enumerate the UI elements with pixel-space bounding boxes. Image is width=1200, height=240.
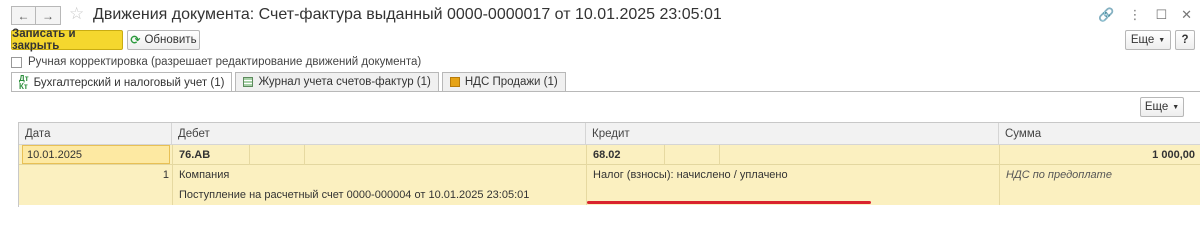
credit-subconto-cell[interactable]: Налог (взносы): начислено / уплачено <box>593 165 788 185</box>
table-row[interactable]: 1 Компания Налог (взносы): начислено / у… <box>19 165 1200 185</box>
column-header-date[interactable]: Дата <box>19 123 172 145</box>
column-header-amount[interactable]: Сумма <box>999 123 1200 145</box>
more-vertical-icon[interactable]: ⋮ <box>1128 7 1141 23</box>
debit-credit-icon: Дт Кт <box>19 73 29 91</box>
debit-account-cell[interactable]: 76.АВ <box>179 145 210 165</box>
column-divider <box>249 145 250 165</box>
column-divider <box>999 165 1000 185</box>
column-divider <box>719 145 720 165</box>
column-divider <box>999 185 1000 205</box>
date-cell[interactable]: 10.01.2025 <box>22 145 170 164</box>
table-more-button[interactable]: Еще ▼ <box>1140 97 1184 117</box>
column-divider <box>172 145 173 165</box>
column-divider <box>172 165 173 185</box>
maximize-icon[interactable]: ☐ <box>1155 7 1167 23</box>
window-controls: 🔗 ⋮ ☐ ✕ <box>1098 7 1192 23</box>
refresh-icon: ⟳ <box>130 33 141 47</box>
table-header: Дата Дебет Кредит Сумма <box>19 123 1200 145</box>
debit-subconto2-cell[interactable]: Поступление на расчетный счет 0000-00000… <box>179 185 529 205</box>
column-header-credit[interactable]: Кредит <box>586 123 999 145</box>
tab-label: НДС Продажи (1) <box>464 76 558 88</box>
nav-buttons: ← → <box>11 6 61 25</box>
column-divider <box>304 145 305 165</box>
content-cell[interactable]: НДС по предоплате <box>1006 165 1112 185</box>
tab-label: Бухгалтерский и налоговый учет (1) <box>33 76 225 89</box>
column-divider <box>172 185 173 205</box>
column-divider <box>586 165 587 185</box>
more-label: Еще <box>1144 101 1169 113</box>
column-header-debit[interactable]: Дебет <box>172 123 586 145</box>
journal-table-icon <box>243 77 254 87</box>
arrow-right-icon: → <box>42 8 54 23</box>
tab-accounting[interactable]: Дт Кт Бухгалтерский и налоговый учет (1) <box>11 72 233 92</box>
refresh-label: Обновить <box>144 34 197 46</box>
manual-correction-row[interactable]: Ручная корректировка (разрешает редактир… <box>11 55 421 69</box>
dropdown-arrow-icon: ▼ <box>1158 36 1166 44</box>
debit-subconto-cell[interactable]: Компания <box>179 165 229 185</box>
more-label: Еще <box>1130 34 1155 46</box>
command-bar: Записать и закрыть ⟳ Обновить Еще ▼ ? <box>0 28 1200 52</box>
star-icon[interactable]: ☆ <box>69 4 84 24</box>
dropdown-arrow-icon: ▼ <box>1172 103 1180 111</box>
credit-account-cell[interactable]: 68.02 <box>593 145 621 165</box>
tab-vat-sales[interactable]: НДС Продажи (1) <box>441 72 566 91</box>
column-divider <box>664 145 665 165</box>
movements-table: Дата Дебет Кредит Сумма 10.01.2025 76.АВ… <box>18 122 1200 207</box>
amount-cell[interactable]: 1 000,00 <box>999 145 1195 165</box>
refresh-button[interactable]: ⟳ Обновить <box>127 30 200 50</box>
manual-correction-label: Ручная корректировка (разрешает редактир… <box>28 56 422 68</box>
help-button[interactable]: ? <box>1175 30 1195 50</box>
tab-panel-border <box>11 91 1200 92</box>
more-button[interactable]: Еще ▼ <box>1125 30 1171 50</box>
tab-label: Журнал учета счетов-фактур (1) <box>258 76 431 88</box>
window-titlebar: ← → ☆ Движения документа: Счет-фактура в… <box>0 0 1200 30</box>
line-number-cell: 1 <box>162 169 169 181</box>
vat-register-icon <box>449 77 460 87</box>
save-and-close-button[interactable]: Записать и закрыть <box>11 28 123 52</box>
window-title: Движения документа: Счет-фактура выданны… <box>93 6 722 23</box>
column-divider <box>586 145 587 165</box>
manual-correction-checkbox[interactable] <box>11 56 22 68</box>
back-button[interactable]: ← <box>11 6 36 25</box>
close-icon[interactable]: ✕ <box>1181 7 1192 23</box>
register-tabs: Дт Кт Бухгалтерский и налоговый учет (1) … <box>11 72 569 92</box>
tab-invoice-journal[interactable]: Журнал учета счетов-фактур (1) <box>235 72 439 91</box>
annotation-underline <box>587 201 871 204</box>
link-icon[interactable]: 🔗 <box>1098 7 1114 23</box>
table-row[interactable]: 10.01.2025 76.АВ 68.02 1 000,00 <box>19 145 1200 165</box>
arrow-left-icon: ← <box>17 8 30 23</box>
forward-button[interactable]: → <box>36 6 61 25</box>
